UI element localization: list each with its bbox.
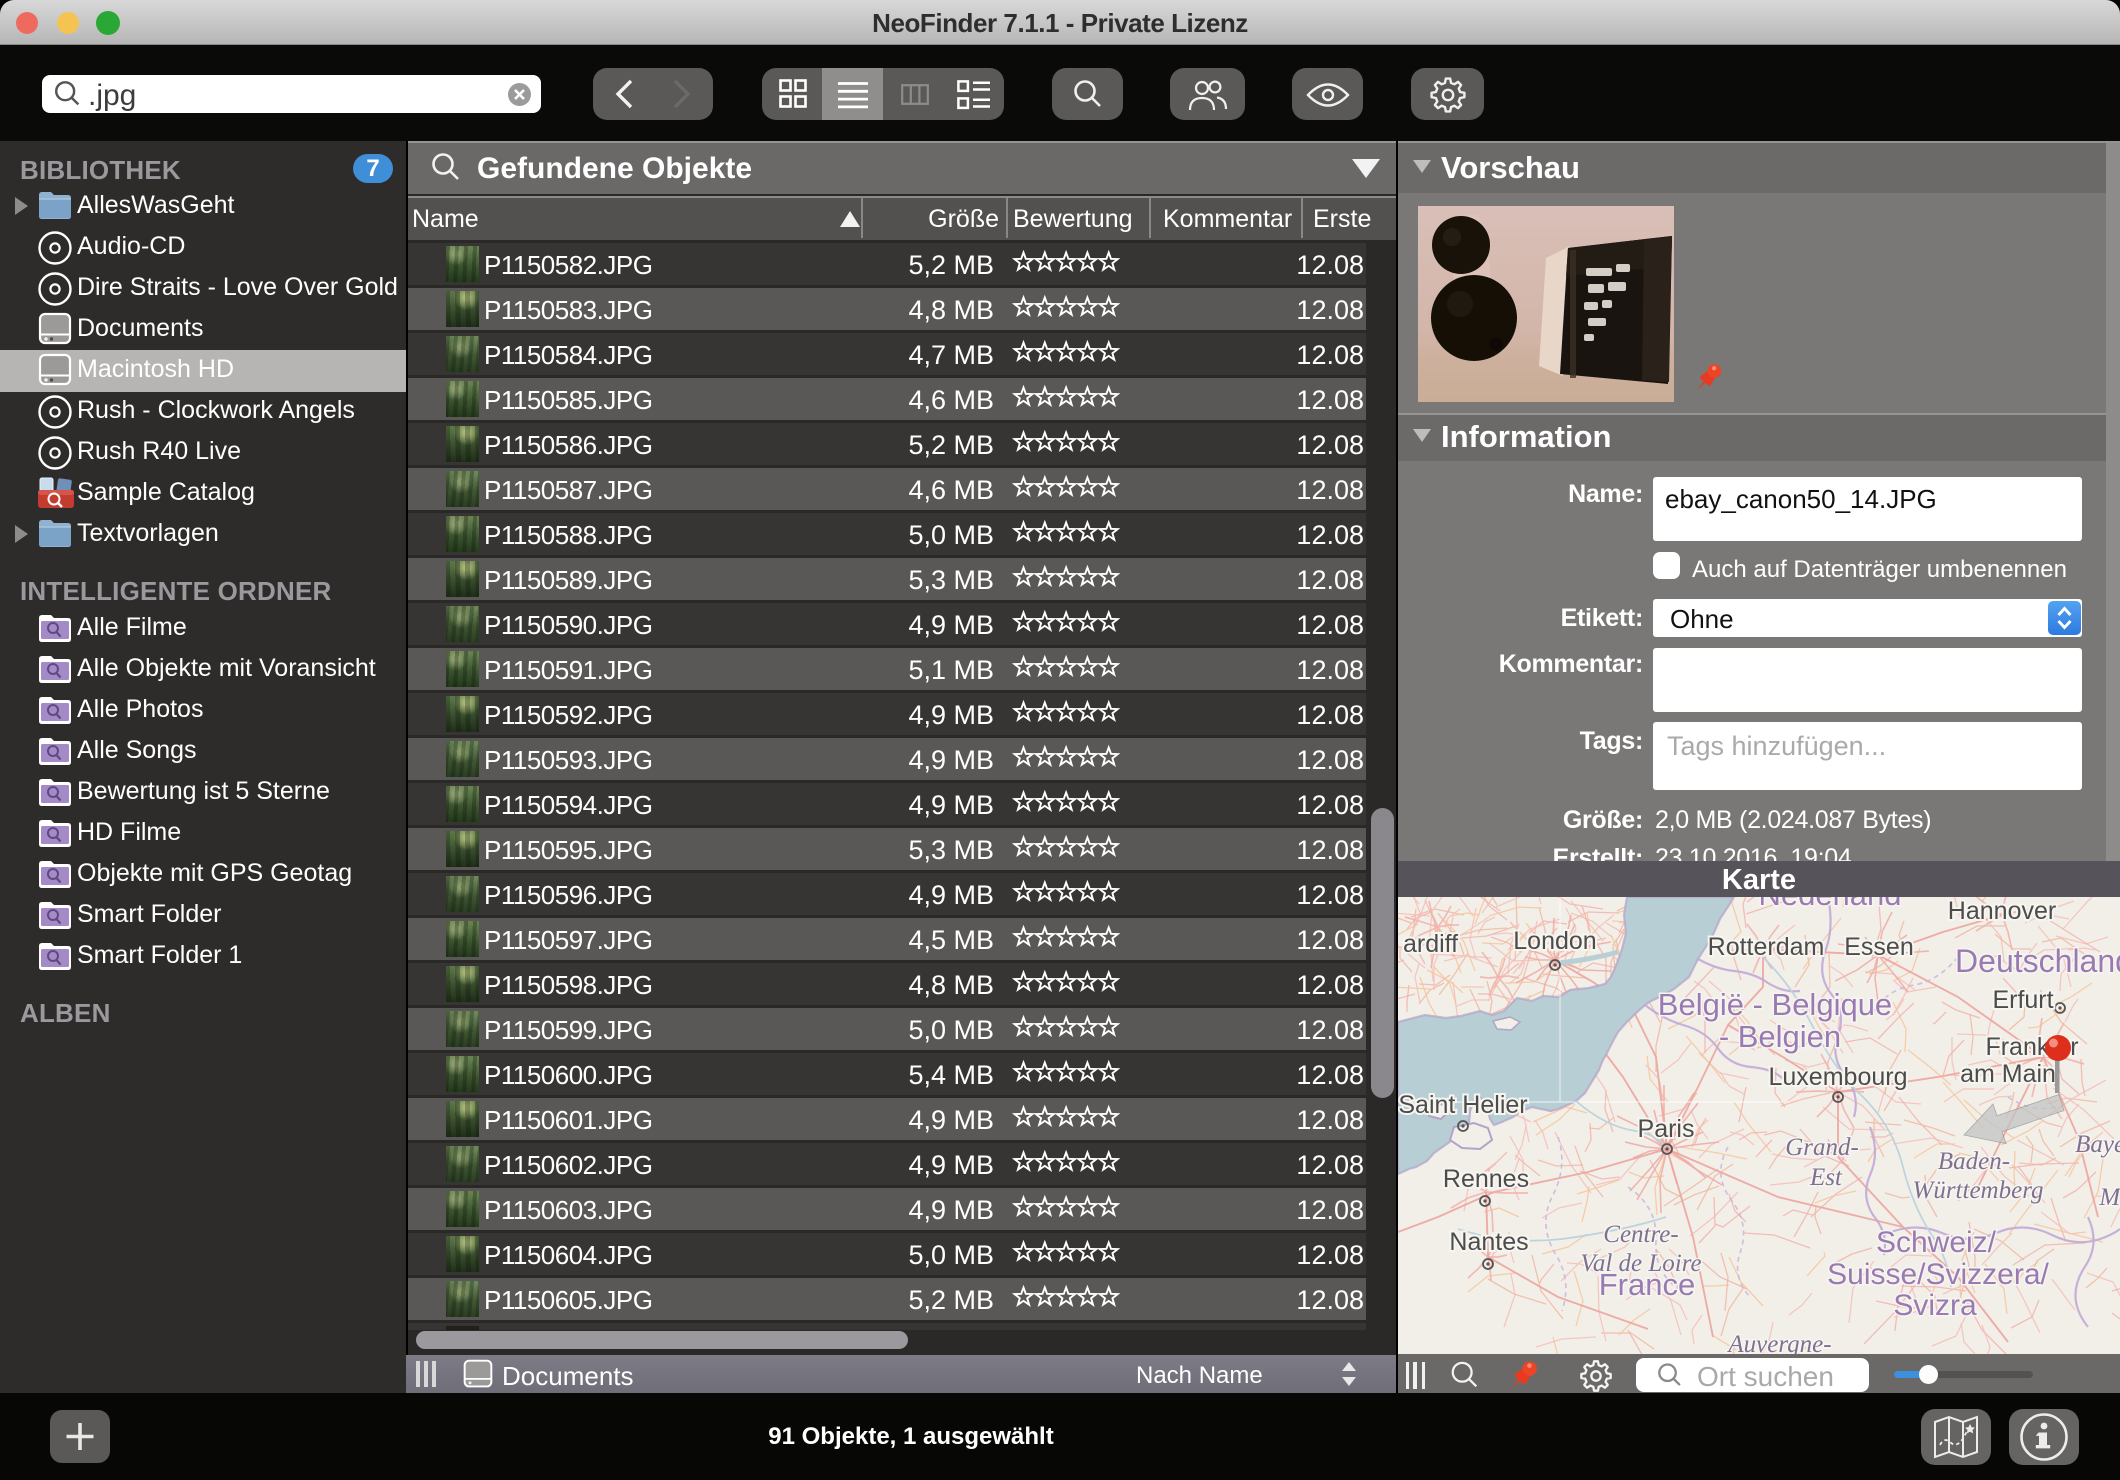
svg-text:België - Belgique: België - Belgique <box>1658 987 1892 1022</box>
svg-text:Luxembourg: Luxembourg <box>1769 1063 1908 1091</box>
svg-text:Württemberg: Württemberg <box>1913 1177 2044 1204</box>
svg-text:Svizra: Svizra <box>1893 1289 1977 1322</box>
svg-text:Centre-: Centre- <box>1603 1221 1678 1248</box>
svg-text:Bayer: Bayer <box>2075 1131 2120 1158</box>
svg-text:London: London <box>1513 927 1596 955</box>
svg-text:France: France <box>1599 1267 1695 1302</box>
svg-text:Essen: Essen <box>1844 933 1913 961</box>
svg-text:ardiff: ardiff <box>1403 930 1458 958</box>
svg-text:Mü: Mü <box>2098 1184 2120 1211</box>
svg-text:am Main: am Main <box>1960 1060 2056 1088</box>
svg-text:- Belgien: - Belgien <box>1719 1019 1841 1054</box>
svg-text:Deutschland: Deutschland <box>1955 943 2120 979</box>
svg-text:Rennes: Rennes <box>1443 1165 1529 1193</box>
svg-text:Saint Helier: Saint Helier <box>1398 1091 1527 1119</box>
svg-text:Rotterdam: Rotterdam <box>1708 933 1825 961</box>
svg-text:Erfurt: Erfurt <box>1992 986 2053 1014</box>
svg-text:Nantes: Nantes <box>1449 1228 1528 1256</box>
svg-text:Schweiz/: Schweiz/ <box>1876 1226 1997 1259</box>
svg-text:Est: Est <box>1809 1164 1843 1191</box>
svg-text:Nederland: Nederland <box>1758 897 1901 912</box>
svg-text:Paris: Paris <box>1638 1115 1695 1143</box>
svg-text:Hannover: Hannover <box>1948 897 2056 925</box>
svg-text:Baden-: Baden- <box>1938 1148 2010 1175</box>
svg-text:Grand-: Grand- <box>1785 1134 1859 1161</box>
svg-text:Suisse/Svizzera/: Suisse/Svizzera/ <box>1827 1258 2049 1291</box>
svg-text:Auvergne-: Auvergne- <box>1726 1331 1831 1354</box>
